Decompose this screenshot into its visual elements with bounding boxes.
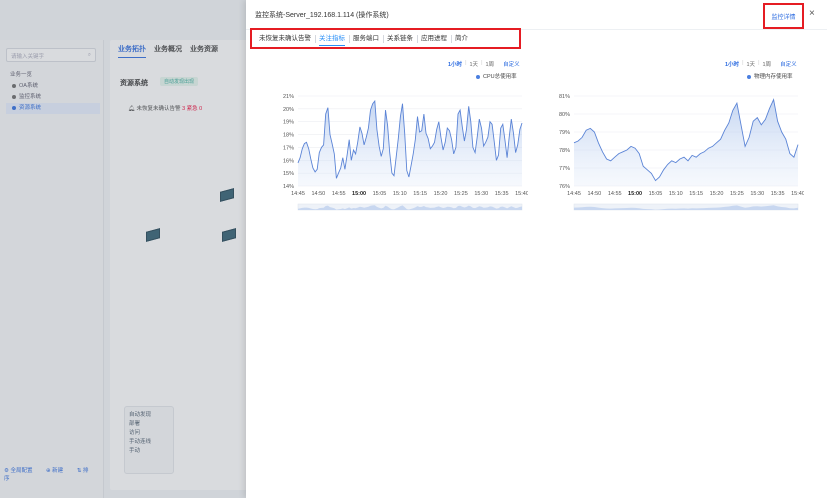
tab-summary[interactable]: 简介 <box>451 30 472 47</box>
cpu-x-tick: 15:25 <box>454 191 468 197</box>
cpu-x-tick: 15:00 <box>352 191 366 197</box>
tab-unresolved-alarms[interactable]: 未恢复未确认告警 <box>255 30 315 47</box>
mem-x-tick: 15:30 <box>750 191 764 197</box>
monitor-detail-label: 监控详情 <box>771 14 796 21</box>
range-1h[interactable]: 1小时 <box>725 60 739 68</box>
tab-relation-chain[interactable]: 关系链条 <box>383 30 417 47</box>
cpu-x-tick: 15:35 <box>495 191 509 197</box>
mem-x-tick: 15:05 <box>649 191 663 197</box>
range-1d[interactable]: 1天 <box>747 60 756 68</box>
range-custom[interactable]: 自定义 <box>503 60 520 68</box>
cpu-x-tick: 15:05 <box>373 191 387 197</box>
cpu-usage-chart: 14% 15% 16% 17% 18% 19% 20% 21% 14:45 14:50 14:55 1… <box>283 94 528 211</box>
cpu-y-tick: 20% <box>283 107 294 113</box>
mem-x-tick: 14:55 <box>608 191 622 197</box>
cpu-y-tick: 15% <box>283 171 294 177</box>
drawer-tabs: 未恢复未确认告警 关注指标 服务端口 关系链条 应用进程 简介 <box>250 28 521 49</box>
memory-usage-chart: 76% 77% 78% 79% 80% 81% 14:45 14:50 14:55 15:00 15… <box>559 94 804 211</box>
mem-x-tick: 15:10 <box>669 191 683 197</box>
cpu-legend-label: CPU总使用率 <box>483 74 517 80</box>
range-separator: | <box>758 60 760 66</box>
cpu-legend: CPU总使用率 <box>476 72 517 80</box>
mem-x-tick: 14:45 <box>567 191 581 197</box>
cpu-y-tick: 17% <box>283 145 294 151</box>
mem-x-tick: 15:15 <box>689 191 703 197</box>
mem-y-tick: 81% <box>559 94 570 100</box>
tab-key-metrics[interactable]: 关注指标 <box>315 30 349 47</box>
detail-drawer: 监控系统-Server_192.168.1.114 (操作系统) 监控详情 × … <box>246 0 827 498</box>
cpu-x-tick: 15:40 <box>515 191 528 197</box>
cpu-y-tick: 18% <box>283 133 294 139</box>
mem-area <box>574 99 798 186</box>
legend-dot-icon <box>476 74 480 79</box>
range-1w[interactable]: 1周 <box>763 60 772 68</box>
cpu-x-tick: 15:30 <box>474 191 488 197</box>
range-separator: | <box>742 60 744 66</box>
drawer-title: 监控系统-Server_192.168.1.114 (操作系统) <box>255 12 389 19</box>
cpu-y-tick: 16% <box>283 158 294 164</box>
mem-y-tick: 76% <box>559 184 570 190</box>
mem-y-tick: 77% <box>559 166 570 172</box>
range-1d[interactable]: 1天 <box>470 60 479 68</box>
cpu-x-tick: 14:55 <box>332 191 346 197</box>
mem-y-tick: 78% <box>559 148 570 154</box>
memory-legend-label: 物理内存使用率 <box>754 74 793 80</box>
cpu-x-tick: 14:50 <box>311 191 325 197</box>
range-separator: | <box>481 60 483 66</box>
tab-service-ports[interactable]: 服务端口 <box>349 30 383 47</box>
cpu-y-tick: 14% <box>283 184 294 190</box>
mem-x-tick: 14:50 <box>587 191 601 197</box>
drawer-header: 监控系统-Server_192.168.1.114 (操作系统) 监控详情 × <box>246 0 827 30</box>
cpu-y-tick: 19% <box>283 120 294 126</box>
range-separator: | <box>465 60 467 66</box>
mem-x-tick: 15:40 <box>791 191 804 197</box>
legend-dot-icon <box>747 74 751 79</box>
mem-x-tick: 15:25 <box>730 191 744 197</box>
cpu-x-tick: 14:45 <box>291 191 305 197</box>
mem-y-tick: 79% <box>559 130 570 136</box>
cpu-x-tick: 15:15 <box>413 191 427 197</box>
cpu-range-selector: 1小时 | 1天 | 1周 自定义 <box>448 60 520 68</box>
range-1h[interactable]: 1小时 <box>448 60 462 68</box>
memory-legend: 物理内存使用率 <box>747 72 793 80</box>
mem-x-tick: 15:35 <box>771 191 785 197</box>
tab-app-processes[interactable]: 应用进程 <box>417 30 451 47</box>
mem-x-tick: 15:20 <box>710 191 724 197</box>
mem-x-tick: 15:00 <box>628 191 642 197</box>
range-custom[interactable]: 自定义 <box>780 60 797 68</box>
cpu-x-tick: 15:10 <box>393 191 407 197</box>
mem-y-tick: 80% <box>559 112 570 118</box>
cpu-x-tick: 15:20 <box>434 191 448 197</box>
mem-range-selector: 1小时 | 1天 | 1周 自定义 <box>725 60 797 68</box>
close-icon[interactable]: × <box>809 9 815 19</box>
monitor-detail-button[interactable]: 监控详情 <box>763 3 804 29</box>
cpu-y-tick: 21% <box>283 94 294 100</box>
range-1w[interactable]: 1周 <box>486 60 495 68</box>
